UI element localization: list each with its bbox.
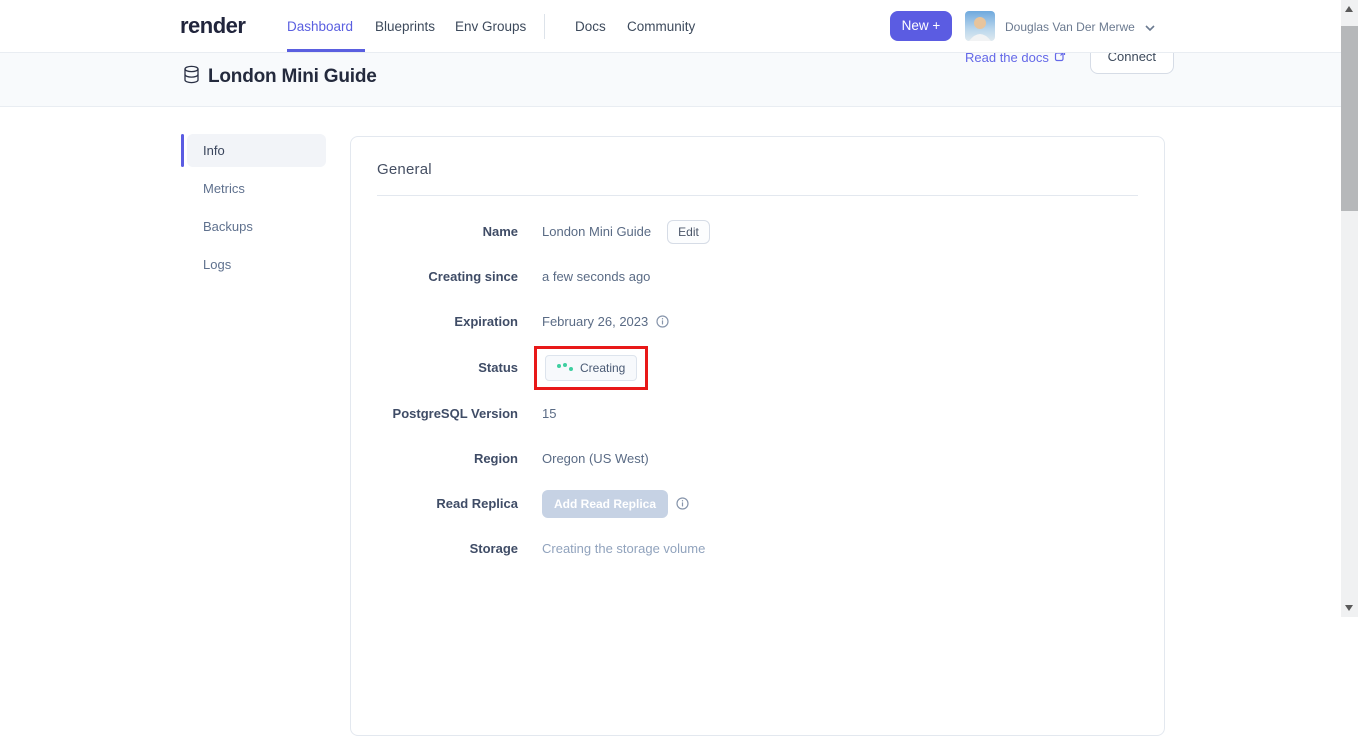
general-card: General Name London Mini Guide Edit Crea… [350, 136, 1165, 736]
sidebar: Info Metrics Backups Logs [181, 134, 326, 286]
database-icon [183, 65, 200, 89]
chevron-down-icon[interactable] [1144, 21, 1156, 33]
vertical-scrollbar[interactable] [1341, 0, 1358, 617]
nav-link-community[interactable]: Community [627, 19, 695, 34]
field-value: Creating the storage volume [542, 541, 705, 556]
status-text: Creating [580, 361, 625, 375]
sidebar-item-info[interactable]: Info [187, 134, 326, 167]
field-row-read-replica: Read Replica Add Read Replica [377, 481, 1138, 526]
field-row-name: Name London Mini Guide Edit [377, 209, 1138, 254]
nav-link-env-groups[interactable]: Env Groups [455, 19, 526, 34]
sidebar-item-metrics[interactable]: Metrics [187, 172, 326, 205]
sidebar-item-logs[interactable]: Logs [187, 248, 326, 281]
card-heading: General [377, 161, 1138, 178]
scrollbar-thumb[interactable] [1341, 26, 1358, 211]
page-title: London Mini Guide [208, 66, 377, 88]
sidebar-item-backups[interactable]: Backups [187, 210, 326, 243]
field-label: Status [377, 360, 518, 375]
info-icon[interactable] [676, 497, 689, 510]
scroll-up-arrow[interactable] [1345, 6, 1353, 12]
scroll-down-arrow[interactable] [1345, 605, 1353, 611]
field-row-status: Status Creating [377, 344, 1138, 391]
field-label: PostgreSQL Version [377, 406, 518, 421]
active-tab-underline [287, 49, 365, 52]
card-divider [377, 195, 1138, 196]
new-button[interactable]: New + [890, 11, 952, 41]
field-row-storage: Storage Creating the storage volume [377, 526, 1138, 571]
render-logo[interactable]: render [180, 13, 245, 39]
edit-name-button[interactable]: Edit [667, 220, 710, 244]
field-label: Creating since [377, 269, 518, 284]
avatar[interactable] [965, 11, 995, 41]
field-row-region: Region Oregon (US West) [377, 436, 1138, 481]
red-annotation-box: Creating [534, 346, 648, 390]
field-label: Name [377, 224, 518, 239]
creating-spinner-icon [557, 366, 573, 370]
read-the-docs-link[interactable]: Read the docs [965, 53, 1066, 65]
status-badge: Creating [545, 355, 637, 381]
page-header: London Mini Guide Read the docs Connect [0, 53, 1341, 107]
field-value: Oregon (US West) [542, 451, 649, 466]
field-value: 15 [542, 406, 556, 421]
add-read-replica-button[interactable]: Add Read Replica [542, 490, 668, 518]
field-row-expiration: Expiration February 26, 2023 [377, 299, 1138, 344]
nav-link-dashboard[interactable]: Dashboard [287, 19, 353, 34]
field-value: a few seconds ago [542, 269, 650, 284]
field-label: Region [377, 451, 518, 466]
top-nav: render Dashboard Blueprints Env Groups D… [0, 0, 1341, 53]
user-name[interactable]: Douglas Van Der Merwe [1005, 20, 1135, 34]
nav-divider [544, 14, 545, 39]
field-label: Expiration [377, 314, 518, 329]
external-link-icon [1054, 53, 1066, 65]
field-row-pg-version: PostgreSQL Version 15 [377, 391, 1138, 436]
field-value: London Mini Guide [542, 224, 651, 239]
field-label: Read Replica [377, 496, 518, 511]
info-icon[interactable] [656, 315, 669, 328]
nav-link-docs[interactable]: Docs [575, 19, 606, 34]
field-row-creating-since: Creating since a few seconds ago [377, 254, 1138, 299]
field-value: February 26, 2023 [542, 314, 648, 329]
field-label: Storage [377, 541, 518, 556]
connect-button[interactable]: Connect [1090, 53, 1174, 74]
sidebar-active-indicator [181, 134, 184, 167]
nav-link-blueprints[interactable]: Blueprints [375, 19, 435, 34]
